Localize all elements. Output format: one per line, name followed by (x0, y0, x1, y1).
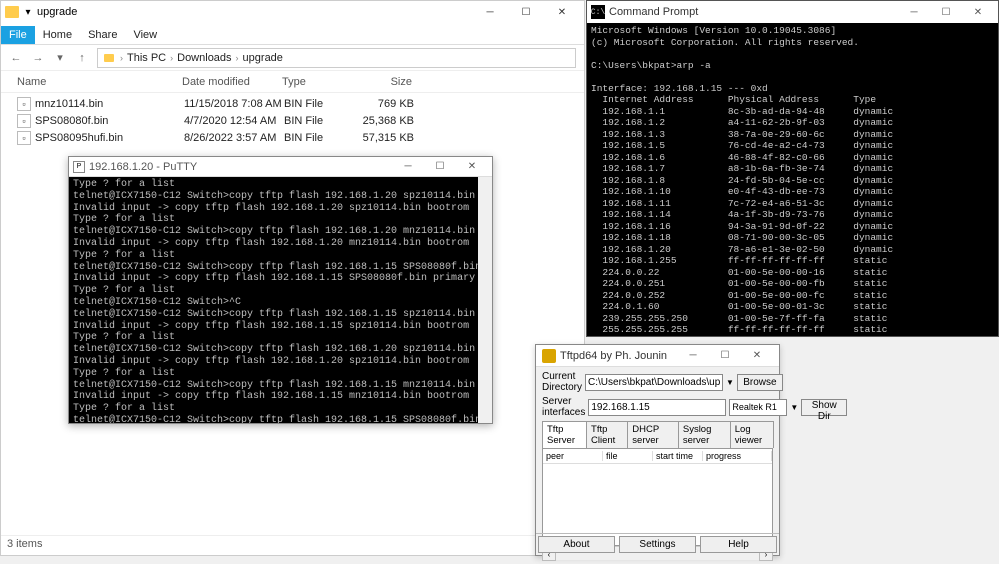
tab-log-viewer[interactable]: Log viewer (730, 421, 774, 448)
tftpd-titlebar[interactable]: Tftpd64 by Ph. Jounin ─ ☐ ✕ (536, 345, 779, 367)
cmd-terminal[interactable]: Microsoft Windows [Version 10.0.19045.30… (587, 23, 998, 361)
breadcrumb-upgrade[interactable]: upgrade (241, 52, 285, 64)
maximize-button[interactable]: ☐ (709, 346, 741, 366)
scrollbar[interactable] (478, 177, 492, 423)
dropdown-icon[interactable]: ▾ (21, 5, 35, 19)
ribbon-tabs: File Home Share View (1, 23, 584, 45)
help-button[interactable]: Help (700, 536, 777, 553)
forward-button[interactable]: → (27, 47, 49, 69)
transfer-list[interactable]: peer file start time progress (542, 448, 773, 546)
tab-syslog-server[interactable]: Syslog server (678, 421, 731, 448)
maximize-button[interactable]: ☐ (424, 157, 456, 177)
settings-button[interactable]: Settings (619, 536, 696, 553)
iface-label: Server interfaces (542, 396, 585, 418)
putty-icon: P (73, 161, 85, 173)
file-list[interactable]: ▫mnz10114.bin11/15/2018 7:08 AMBIN File7… (1, 93, 584, 148)
col-type[interactable]: Type (282, 76, 352, 88)
col-name[interactable]: Name (17, 76, 182, 88)
col-start[interactable]: start time (653, 451, 703, 461)
tab-view[interactable]: View (125, 26, 165, 44)
putty-titlebar[interactable]: P 192.168.1.20 - PuTTY ─ ☐ ✕ (69, 157, 492, 177)
file-icon: ▫ (17, 131, 31, 145)
minimize-button[interactable]: ─ (392, 157, 424, 177)
recent-dropdown[interactable]: ▾ (49, 47, 71, 69)
back-button[interactable]: ← (5, 47, 27, 69)
status-bar: 3 items (1, 535, 584, 555)
maximize-button[interactable]: ☐ (508, 1, 544, 23)
cmd-icon: C:\ (591, 5, 605, 19)
minimize-button[interactable]: ─ (472, 1, 508, 23)
iface-input[interactable] (588, 399, 726, 416)
showdir-button[interactable]: Show Dir (801, 399, 847, 416)
folder-icon (5, 5, 19, 19)
cmd-title: Command Prompt (609, 6, 698, 18)
col-date[interactable]: Date modified (182, 76, 282, 88)
nav-bar: ← → ▾ ↑ › This PC › Downloads › upgrade (1, 45, 584, 71)
putty-window: P 192.168.1.20 - PuTTY ─ ☐ ✕ Type ? for … (68, 156, 493, 424)
chevron-icon[interactable]: › (118, 53, 125, 63)
tftpd-tabs: Tftp Server Tftp Client DHCP server Sysl… (542, 421, 773, 448)
tab-tftp-server[interactable]: Tftp Server (542, 421, 587, 448)
breadcrumb-downloads[interactable]: Downloads (175, 52, 233, 64)
iface-name[interactable] (729, 399, 787, 416)
address-bar[interactable]: › This PC › Downloads › upgrade (97, 48, 576, 68)
minimize-button[interactable]: ─ (677, 346, 709, 366)
close-button[interactable]: ✕ (962, 2, 994, 22)
col-peer[interactable]: peer (543, 451, 603, 461)
file-row[interactable]: ▫SPS08080f.bin4/7/2020 12:54 AMBIN File2… (17, 112, 568, 129)
explorer-title: upgrade (37, 6, 77, 18)
tab-home[interactable]: Home (35, 26, 80, 44)
explorer-titlebar[interactable]: ▾ upgrade ─ ☐ ✕ (1, 1, 584, 23)
col-progress[interactable]: progress (703, 451, 772, 461)
minimize-button[interactable]: ─ (898, 2, 930, 22)
tab-dhcp-server[interactable]: DHCP server (627, 421, 679, 448)
file-icon: ▫ (17, 97, 31, 111)
tab-share[interactable]: Share (80, 26, 125, 44)
putty-terminal[interactable]: Type ? for a list telnet@ICX7150-C12 Swi… (69, 177, 492, 423)
cmd-window: C:\ Command Prompt ─ ☐ ✕ Microsoft Windo… (586, 0, 999, 337)
col-size[interactable]: Size (352, 76, 412, 88)
dropdown-icon[interactable]: ▼ (726, 378, 734, 387)
chevron-icon[interactable]: › (234, 53, 241, 63)
dir-input[interactable] (585, 374, 723, 391)
file-icon: ▫ (17, 114, 31, 128)
col-file[interactable]: file (603, 451, 653, 461)
close-button[interactable]: ✕ (741, 346, 773, 366)
close-button[interactable]: ✕ (544, 1, 580, 23)
column-headers: Name Date modified Type Size (1, 71, 584, 93)
close-button[interactable]: ✕ (456, 157, 488, 177)
tab-tftp-client[interactable]: Tftp Client (586, 421, 628, 448)
chevron-icon[interactable]: › (168, 53, 175, 63)
folder-icon (102, 51, 116, 65)
maximize-button[interactable]: ☐ (930, 2, 962, 22)
tftpd-icon (542, 349, 556, 363)
up-button[interactable]: ↑ (71, 47, 93, 69)
breadcrumb-thispc[interactable]: This PC (125, 52, 168, 64)
file-row[interactable]: ▫SPS08095hufi.bin8/26/2022 3:57 AMBIN Fi… (17, 129, 568, 146)
browse-button[interactable]: Browse (737, 374, 783, 391)
tftpd-window: Tftpd64 by Ph. Jounin ─ ☐ ✕ Current Dire… (535, 344, 780, 556)
dropdown-icon[interactable]: ▼ (790, 403, 798, 412)
tab-file[interactable]: File (1, 26, 35, 44)
file-row[interactable]: ▫mnz10114.bin11/15/2018 7:08 AMBIN File7… (17, 95, 568, 112)
tftpd-title: Tftpd64 by Ph. Jounin (560, 350, 667, 362)
dir-label: Current Directory (542, 371, 582, 393)
putty-title: 192.168.1.20 - PuTTY (89, 161, 197, 173)
cmd-titlebar[interactable]: C:\ Command Prompt ─ ☐ ✕ (587, 1, 998, 23)
about-button[interactable]: About (538, 536, 615, 553)
